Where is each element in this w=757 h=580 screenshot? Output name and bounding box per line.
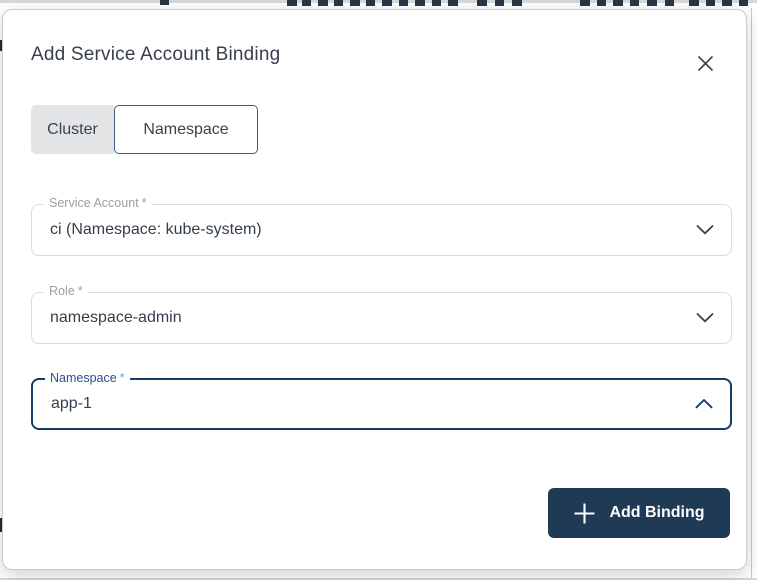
role-value: namespace-admin — [50, 309, 182, 326]
tab-namespace[interactable]: Namespace — [114, 105, 258, 154]
background-artifact — [613, 0, 623, 6]
service-account-select[interactable]: Service Account * ci (Namespace: kube-sys… — [31, 196, 732, 256]
background-artifact — [382, 0, 392, 6]
close-icon — [697, 55, 714, 72]
background-artifact — [415, 0, 425, 6]
background-artifact — [580, 0, 590, 6]
dialog-title: Add Service Account Binding — [31, 44, 281, 65]
background-artifact — [334, 0, 343, 6]
background-artifact — [366, 0, 375, 6]
background-artifact — [739, 0, 748, 6]
chevron-up-icon — [695, 399, 713, 410]
background-artifact — [597, 0, 606, 6]
plus-icon — [573, 502, 596, 525]
role-label: Role * — [44, 284, 88, 298]
background-artifact — [318, 0, 328, 6]
chevron-down-icon — [696, 225, 714, 236]
background-artifact — [302, 0, 311, 6]
service-account-label: Service Account * — [44, 196, 152, 210]
background-artifact — [647, 0, 657, 6]
background-artifact — [706, 0, 715, 6]
namespace-select[interactable]: Namespace * app-1 — [31, 371, 732, 430]
role-select[interactable]: Role * namespace-admin — [31, 284, 732, 344]
add-binding-label: Add Binding — [609, 504, 705, 521]
background-artifact — [689, 0, 699, 6]
namespace-value: app-1 — [51, 395, 92, 412]
close-button[interactable] — [690, 48, 720, 78]
background-artifact — [722, 0, 732, 6]
background-strip — [0, 0, 757, 3]
tab-cluster[interactable]: Cluster — [31, 105, 114, 154]
chevron-down-icon — [696, 313, 714, 324]
background-artifact — [630, 0, 639, 6]
background-artifact — [448, 0, 458, 6]
namespace-label: Namespace * — [45, 371, 130, 385]
add-binding-button[interactable]: Add Binding — [548, 488, 730, 538]
background-artifact — [350, 0, 360, 6]
background-artifact — [287, 0, 297, 6]
background-artifact — [160, 0, 169, 5]
background-artifact — [512, 0, 522, 6]
background-page-edge — [751, 8, 752, 578]
service-account-value: ci (Namespace: kube-system) — [50, 221, 262, 238]
background-artifact — [477, 0, 487, 6]
add-service-account-binding-dialog: Add Service Account Binding Cluster Name… — [2, 9, 747, 570]
background-artifact — [665, 0, 674, 6]
background-artifact — [495, 0, 504, 6]
background-artifact — [432, 0, 441, 6]
binding-scope-tabs: Cluster Namespace — [31, 105, 258, 154]
background-artifact — [399, 0, 408, 6]
